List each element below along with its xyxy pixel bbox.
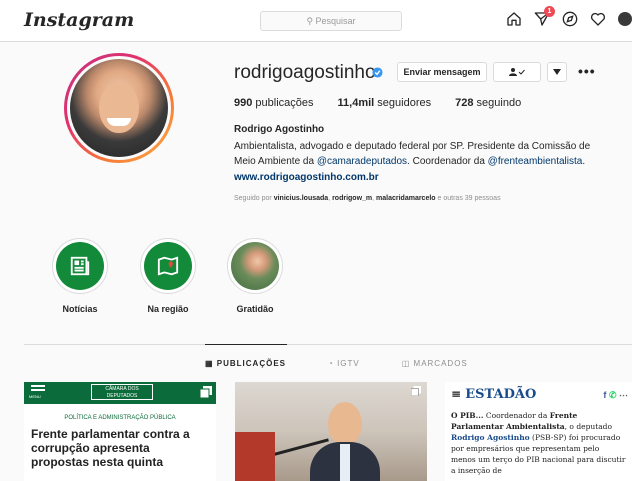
- nav-icons: 1: [506, 6, 632, 27]
- tab-publicacoes[interactable]: ▦ PUBLICAÇÕES: [205, 359, 286, 368]
- tab-label: MARCADOS: [413, 359, 468, 368]
- following-value: 728: [455, 97, 474, 109]
- highlight-ring: [52, 238, 108, 294]
- profile-bio: Ambientalista, advogado e deputado feder…: [234, 139, 624, 169]
- highlight-ring: [227, 238, 283, 294]
- text-link: Rodrigo Agostinho: [451, 433, 530, 442]
- grid-icon: ▦: [205, 359, 217, 368]
- facebook-icon: f: [603, 390, 607, 400]
- direct-messages-button[interactable]: 1: [534, 6, 555, 27]
- more-options-button[interactable]: •••: [578, 63, 596, 79]
- bio-text: . Coordenador da: [407, 156, 488, 167]
- social-icons: f ✆ ⋯: [603, 390, 628, 401]
- more-dots-icon: •••: [578, 63, 596, 79]
- map-pin-icon: [157, 256, 179, 276]
- search-icon: ⚲: [306, 16, 316, 26]
- followers-count[interactable]: 11,4mil seguidores: [338, 97, 432, 109]
- estadao-brand: ESTADÃO: [465, 387, 537, 402]
- tabs-divider: [24, 344, 632, 345]
- profile-avatar-small[interactable]: [618, 12, 632, 26]
- post-article-text: O PIB... Coordenador da Frente Parlament…: [445, 402, 632, 476]
- photo-bottom-left: [235, 432, 275, 481]
- menu-icon: ≡: [451, 387, 466, 401]
- instagram-logo[interactable]: Instagram: [24, 9, 134, 31]
- highlight-na-regiao[interactable]: Na região: [138, 238, 198, 314]
- following-label: seguindo: [476, 97, 522, 109]
- verified-badge-icon: [372, 67, 383, 78]
- suggestions-dropdown-button[interactable]: [547, 62, 567, 82]
- highlight-cover: [144, 242, 192, 290]
- search-input[interactable]: ⚲ Pesquisar: [260, 11, 402, 31]
- followed-by: Seguido por vinicius.lousada, rodrigow_m…: [234, 195, 501, 202]
- multiple-posts-icon: [411, 386, 421, 396]
- send-message-button[interactable]: Enviar mensagem: [397, 62, 487, 82]
- profile-stats: 990 publicações 11,4mil seguidores 728 s…: [234, 97, 521, 109]
- camara-logo: CÂMARA DOS DEPUTADOS: [91, 384, 153, 400]
- following-count[interactable]: 728 seguindo: [455, 97, 521, 109]
- following-button[interactable]: [493, 62, 541, 82]
- bio-line-1: Ambientalista, advogado e deputado feder…: [234, 141, 591, 152]
- highlight-ring: [140, 238, 196, 294]
- post-headline: Frente parlamentar contra a corrupção ap…: [31, 427, 190, 469]
- bio-text: .: [582, 156, 586, 167]
- chevron-down-icon: [553, 69, 561, 75]
- highlight-label: Gratidão: [236, 304, 274, 314]
- active-tab-indicator: [205, 344, 287, 345]
- post-header-bar: MENU CÂMARA DOS DEPUTADOS: [24, 382, 216, 404]
- text: Coordenador da: [483, 411, 550, 420]
- text: , o deputado: [564, 422, 612, 431]
- posts-value: 990: [234, 97, 253, 109]
- menu-icon: [31, 385, 45, 391]
- tag-icon: ◫: [401, 359, 414, 368]
- newspaper-icon: [70, 256, 90, 276]
- person-check-icon: [509, 68, 525, 76]
- home-icon[interactable]: [506, 11, 522, 27]
- followers-value: 11,4mil: [337, 97, 375, 109]
- follower-link[interactable]: malacridamarcelo: [376, 195, 436, 202]
- post-thumbnail[interactable]: MENU CÂMARA DOS DEPUTADOS POLÍTICA E ADM…: [24, 382, 216, 481]
- heart-icon[interactable]: [590, 11, 606, 27]
- text-bold: O PIB...: [451, 411, 484, 420]
- tab-label: PUBLICAÇÕES: [216, 359, 287, 368]
- mention-link[interactable]: @camaradeputados: [317, 156, 407, 167]
- highlight-label: Na região: [147, 304, 189, 314]
- avatar-photo: [70, 59, 168, 157]
- profile-avatar[interactable]: [64, 53, 174, 163]
- search-placeholder: Pesquisar: [315, 16, 356, 26]
- bio-text: Meio Ambiente da: [234, 156, 317, 167]
- multiple-posts-icon: [200, 386, 212, 398]
- highlight-cover: [56, 242, 104, 290]
- tab-label: IGTV: [337, 359, 360, 368]
- followers-label: seguidores: [377, 97, 432, 109]
- tab-marcados[interactable]: ◫ MARCADOS: [402, 359, 468, 368]
- followed-prefix: Seguido por: [234, 195, 272, 202]
- notification-badge: 1: [544, 6, 555, 17]
- highlight-noticias[interactable]: Notícias: [50, 238, 110, 314]
- posts-count: 990 publicações: [234, 97, 314, 109]
- highlight-gratidao[interactable]: Gratidão: [225, 238, 285, 314]
- profile-full-name: Rodrigo Agostinho: [234, 124, 325, 135]
- follower-link[interactable]: vinicius.lousada: [274, 195, 328, 202]
- igtv-icon: ◔: [328, 359, 338, 368]
- tab-igtv[interactable]: ◔ IGTV: [328, 359, 360, 368]
- top-navigation-bar: Instagram ⚲ Pesquisar 1: [0, 0, 632, 42]
- menu-label: MENU: [29, 394, 41, 399]
- avatar-inner: [67, 56, 171, 160]
- profile-website-link[interactable]: www.rodrigoagostinho.com.br: [234, 172, 379, 183]
- mention-link[interactable]: @frenteambientalista: [488, 156, 583, 167]
- posts-label: publicações: [255, 97, 314, 109]
- whatsapp-icon: ✆: [608, 390, 617, 400]
- highlight-cover: [231, 242, 279, 290]
- profile-username: rodrigoagostinho: [234, 62, 376, 83]
- post-thumbnail[interactable]: [235, 382, 427, 481]
- post-thumbnail[interactable]: ≡ ESTADÃO f ✆ ⋯ O PIB... Coordenador da …: [445, 382, 632, 481]
- profile-tabs: ▦ PUBLICAÇÕES ◔ IGTV ◫ MARCADOS: [205, 359, 468, 368]
- highlight-label: Notícias: [62, 304, 98, 314]
- more-icon: ⋯: [619, 390, 628, 400]
- follower-link[interactable]: rodrigow_m: [332, 195, 372, 202]
- compass-icon[interactable]: [562, 11, 578, 27]
- followed-suffix: e outras 39 pessoas: [437, 195, 501, 202]
